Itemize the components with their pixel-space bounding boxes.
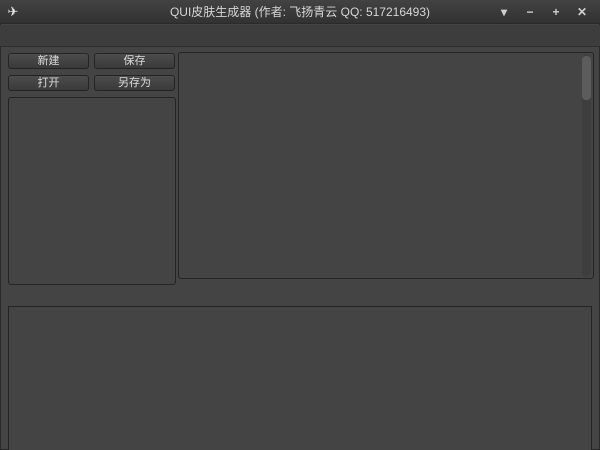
- new-button[interactable]: 新建: [8, 53, 89, 69]
- editor-scrollbar[interactable]: [582, 55, 591, 277]
- pin-dropdown-icon[interactable]: ▾: [494, 3, 514, 21]
- title-bar: ✈ QUI皮肤生成器 (作者: 飞扬青云 QQ: 517216493) ▾ − …: [0, 0, 600, 24]
- app-window: ✈ QUI皮肤生成器 (作者: 飞扬青云 QQ: 517216493) ▾ − …: [0, 0, 600, 450]
- minimize-icon[interactable]: −: [520, 3, 540, 21]
- open-button[interactable]: 打开: [8, 75, 89, 91]
- menu-bar: [0, 25, 600, 47]
- airplane-app-icon: ✈: [0, 4, 26, 20]
- saveas-button[interactable]: 另存为: [94, 75, 175, 91]
- editor-scrollbar-thumb[interactable]: [582, 56, 591, 100]
- color-settings-group: [8, 97, 176, 285]
- calendar-preview-panel: [8, 306, 592, 450]
- window-controls: ▾ − + ✕: [494, 3, 600, 21]
- stylesheet-editor[interactable]: [178, 52, 594, 279]
- save-button[interactable]: 保存: [94, 53, 175, 69]
- close-icon[interactable]: ✕: [572, 3, 592, 21]
- maximize-icon[interactable]: +: [546, 3, 566, 21]
